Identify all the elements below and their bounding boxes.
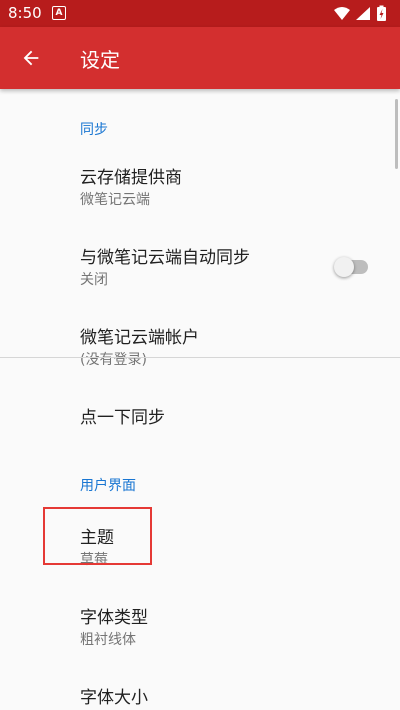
app-bar: 设定 bbox=[0, 27, 400, 89]
settings-list[interactable]: 同步 云存储提供商 微笔记云端 与微笔记云端自动同步 关闭 微笔记云端帐户 (没… bbox=[0, 89, 400, 710]
section-header-sync: 同步 bbox=[80, 122, 108, 138]
highlight-box bbox=[43, 507, 152, 565]
signal-icon bbox=[356, 7, 370, 20]
pref-cloud-provider[interactable]: 云存储提供商 微笔记云端 bbox=[0, 149, 400, 215]
wifi-icon bbox=[334, 7, 350, 20]
back-button[interactable] bbox=[12, 39, 50, 77]
pref-title: 点一下同步 bbox=[80, 408, 165, 428]
pref-title: 字体大小 bbox=[80, 688, 148, 708]
page-title: 设定 bbox=[80, 48, 120, 72]
notification-icon: A bbox=[52, 6, 66, 20]
pref-summary: (没有登录) bbox=[80, 352, 147, 368]
status-icons bbox=[334, 5, 386, 21]
arrow-back-icon bbox=[23, 50, 39, 66]
divider bbox=[0, 357, 400, 358]
status-bar: 8:50 A bbox=[0, 0, 400, 27]
toggle-thumb bbox=[334, 257, 354, 277]
pref-title: 微笔记云端帐户 bbox=[80, 328, 199, 348]
pref-font-type[interactable]: 字体类型 粗衬线体 bbox=[0, 589, 400, 655]
pref-summary: 微笔记云端 bbox=[80, 192, 150, 208]
pref-title: 云存储提供商 bbox=[80, 168, 182, 188]
pref-summary: 关闭 bbox=[80, 272, 108, 288]
pref-title: 字体类型 bbox=[80, 608, 148, 628]
pref-font-size[interactable]: 字体大小 bbox=[0, 669, 400, 710]
pref-tap-to-sync[interactable]: 点一下同步 bbox=[0, 389, 400, 441]
section-header-ui: 用户界面 bbox=[80, 478, 136, 494]
pref-title: 与微笔记云端自动同步 bbox=[80, 248, 250, 268]
battery-charging-icon bbox=[377, 5, 386, 21]
status-time: 8:50 bbox=[8, 4, 42, 22]
pref-cloud-account[interactable]: 微笔记云端帐户 (没有登录) bbox=[0, 309, 400, 375]
auto-sync-toggle[interactable] bbox=[334, 257, 370, 277]
pref-summary: 粗衬线体 bbox=[80, 632, 136, 648]
